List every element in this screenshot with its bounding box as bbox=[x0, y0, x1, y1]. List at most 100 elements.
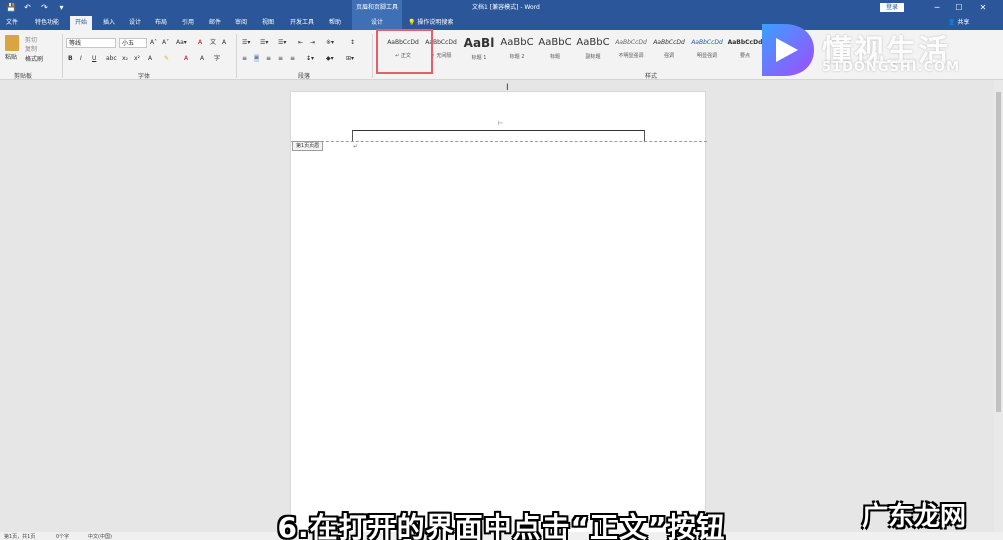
italic-icon[interactable]: I bbox=[80, 55, 82, 63]
scrollbar-thumb[interactable] bbox=[996, 92, 1001, 412]
copy-button[interactable]: 复制 bbox=[25, 44, 37, 53]
paste-label[interactable]: 粘贴 bbox=[5, 52, 17, 61]
tab-mailings[interactable]: 邮件 bbox=[204, 16, 226, 30]
style-sample: AaBbC bbox=[500, 37, 534, 48]
tab-layout[interactable]: 布局 bbox=[150, 16, 172, 30]
paste-icon[interactable] bbox=[5, 35, 19, 51]
borders-icon[interactable]: ⊞▾ bbox=[346, 55, 354, 63]
grow-font-icon[interactable]: A˄ bbox=[150, 39, 157, 47]
document-page[interactable]: ⊢ ↵ bbox=[290, 91, 707, 540]
distribute-icon[interactable]: ≡ bbox=[290, 55, 295, 63]
style-heading-2[interactable]: AaBbC 标题 2 bbox=[498, 32, 536, 66]
text-effects-icon[interactable]: A bbox=[148, 55, 152, 63]
change-case-icon[interactable]: Aa▾ bbox=[176, 39, 187, 47]
underline-icon[interactable]: U bbox=[92, 55, 96, 63]
share-button[interactable]: 👤 共享 bbox=[948, 16, 969, 30]
bullets-icon[interactable]: ☰▾ bbox=[242, 39, 250, 47]
group-separator bbox=[372, 34, 373, 78]
undo-icon[interactable]: ↶ bbox=[23, 3, 32, 12]
style-sample: AaBbCcDd bbox=[615, 39, 647, 46]
decrease-indent-icon[interactable]: ⇤ bbox=[298, 39, 303, 47]
tab-home[interactable]: 开始 bbox=[70, 16, 92, 30]
tell-me-label: 操作说明搜索 bbox=[417, 19, 454, 26]
font-color-icon[interactable]: A bbox=[184, 55, 188, 63]
char-border-icon[interactable]: A bbox=[222, 39, 226, 47]
tell-me-search[interactable]: 💡 操作说明搜索 bbox=[408, 16, 453, 30]
highlight-icon[interactable]: ✎ bbox=[164, 55, 169, 63]
tab-developer[interactable]: 开发工具 bbox=[285, 16, 319, 30]
style-intense-emphasis[interactable]: AaBbCcDd 明显强调 bbox=[688, 32, 726, 66]
maximize-button[interactable]: ☐ bbox=[950, 0, 968, 16]
increase-indent-icon[interactable]: ⇥ bbox=[310, 39, 315, 47]
style-subtitle[interactable]: AaBbC 副标题 bbox=[574, 32, 612, 66]
shrink-font-icon[interactable]: A˅ bbox=[162, 39, 169, 47]
multilevel-list-icon[interactable]: ☰▾ bbox=[278, 39, 286, 47]
tab-file[interactable]: 文件 bbox=[2, 16, 22, 30]
justify-icon[interactable]: ≡ bbox=[278, 55, 283, 63]
clear-format-icon[interactable]: A bbox=[198, 39, 202, 47]
font-size-select[interactable]: 小五 bbox=[119, 38, 147, 48]
superscript-icon[interactable]: x² bbox=[134, 55, 140, 63]
sort-icon[interactable]: ↕ bbox=[350, 39, 355, 47]
format-painter-button[interactable]: 格式刷 bbox=[25, 54, 43, 63]
watermark-bottom-right: 广东龙网 bbox=[862, 502, 967, 532]
word-window: 💾 ↶ ↷ ▾ 页眉和页脚工具 文档1 [兼容模式] - Word 登录 ─ ☐… bbox=[0, 0, 1003, 540]
style-sample: AaBbC bbox=[538, 37, 572, 48]
tab-review[interactable]: 审阅 bbox=[230, 16, 252, 30]
tab-insert[interactable]: 插入 bbox=[98, 16, 120, 30]
cut-button[interactable]: 剪切 bbox=[25, 35, 37, 44]
signin-button[interactable]: 登录 bbox=[880, 3, 904, 12]
watermark-subtitle: 51DONGSHI.COM bbox=[822, 60, 961, 75]
normal-style-highlight-box bbox=[376, 29, 433, 74]
share-label: 共享 bbox=[957, 19, 970, 26]
font-name-select[interactable]: 等线 bbox=[66, 38, 116, 48]
tab-design[interactable]: 设计 bbox=[124, 16, 146, 30]
styles-group-label: 样式 bbox=[645, 73, 658, 80]
tab-special[interactable]: 特色功能 bbox=[30, 16, 64, 30]
title-bar: 💾 ↶ ↷ ▾ 页眉和页脚工具 文档1 [兼容模式] - Word 登录 ─ ☐… bbox=[0, 0, 1003, 16]
style-sample: AaBbC bbox=[576, 37, 610, 48]
line-spacing-icon[interactable]: ↨▾ bbox=[306, 55, 314, 63]
group-separator bbox=[62, 34, 63, 78]
tab-header-design[interactable]: 设计 bbox=[352, 16, 402, 30]
paragraph-shading-icon[interactable]: ◆▾ bbox=[326, 55, 334, 63]
tab-help[interactable]: 帮助 bbox=[324, 16, 346, 30]
paragraph-mark: ↵ bbox=[353, 143, 359, 150]
minimize-button[interactable]: ─ bbox=[928, 0, 946, 16]
enclose-char-icon[interactable]: 字 bbox=[214, 55, 220, 63]
align-right-icon[interactable]: ≡ bbox=[266, 55, 271, 63]
style-sample: AaBbCcDd bbox=[653, 39, 685, 46]
tab-view[interactable]: 视图 bbox=[257, 16, 279, 30]
customize-icon[interactable]: ▾ bbox=[57, 3, 66, 12]
save-icon[interactable]: 💾 bbox=[6, 3, 16, 12]
tab-references[interactable]: 引用 bbox=[177, 16, 199, 30]
align-left-icon[interactable]: ≡ bbox=[242, 55, 247, 63]
paragraph-group-label: 段落 bbox=[298, 73, 311, 80]
style-subtle-emphasis[interactable]: AaBbCcDd 不明显强调 bbox=[612, 32, 650, 66]
header-cursor-icon: ⊢ bbox=[498, 120, 504, 127]
subscript-icon[interactable]: x₂ bbox=[122, 55, 128, 63]
clipboard-group-label: 剪贴板 bbox=[14, 73, 33, 80]
style-name: 副标题 bbox=[585, 54, 601, 60]
document-title: 文档1 [兼容模式] - Word bbox=[472, 4, 540, 11]
style-heading-1[interactable]: AaBl 标题 1 bbox=[460, 32, 498, 66]
phonetic-icon[interactable]: 文 bbox=[210, 39, 216, 47]
chinese-layout-icon[interactable]: ※▾ bbox=[326, 39, 334, 47]
style-title[interactable]: AaBbC 标题 bbox=[536, 32, 574, 66]
font-group-label: 字体 bbox=[138, 73, 151, 80]
header-label-tag: 第1页页眉 bbox=[292, 141, 324, 151]
redo-icon[interactable]: ↷ bbox=[40, 3, 49, 12]
align-center-icon[interactable]: ≡ bbox=[254, 54, 260, 62]
tutorial-caption: 6.在打开的界面中点击“正文”按钮 bbox=[277, 511, 726, 540]
watermark-logo-icon bbox=[762, 24, 814, 76]
style-name: 明显强调 bbox=[696, 53, 717, 59]
style-name: 标题 2 bbox=[509, 54, 525, 60]
bold-icon[interactable]: B bbox=[68, 55, 73, 63]
close-button[interactable]: ✕ bbox=[974, 0, 992, 16]
shading-icon[interactable]: A bbox=[200, 55, 204, 63]
numbering-icon[interactable]: ☰▾ bbox=[260, 39, 268, 47]
strikethrough-icon[interactable]: abc bbox=[106, 55, 117, 63]
style-emphasis[interactable]: AaBbCcDd 强调 bbox=[650, 32, 688, 66]
style-sample: AaBl bbox=[463, 36, 495, 50]
contextual-tab-label: 页眉和页脚工具 bbox=[352, 0, 402, 16]
